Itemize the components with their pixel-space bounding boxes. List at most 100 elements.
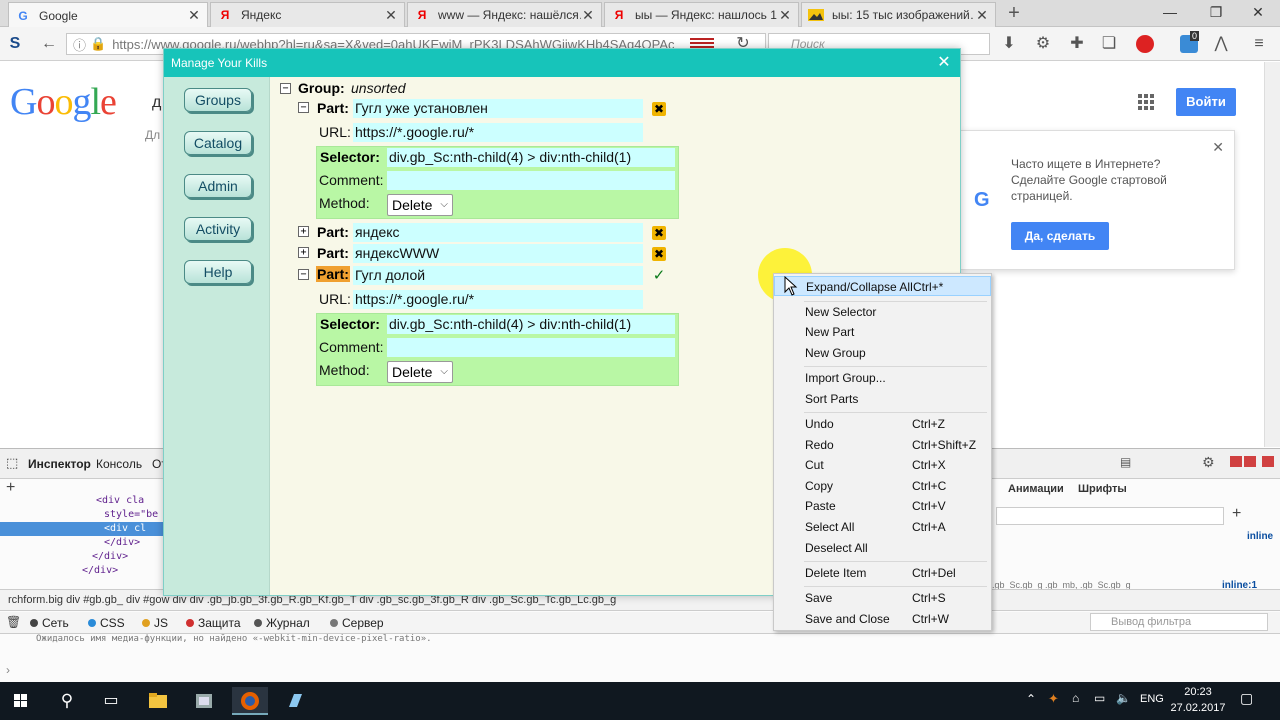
tab-yandex-yy[interactable]: Я ыы — Яндекс: нашлось 1… ✕ [604, 2, 799, 27]
adblock-icon[interactable] [1136, 35, 1154, 53]
url-field[interactable]: https://*.google.ru/* [353, 123, 643, 142]
menu-icon[interactable]: ≡ [1248, 33, 1270, 55]
comment-field[interactable] [387, 338, 675, 357]
selector-field[interactable]: div.gb_Sc:nth-child(4) > div:nth-child(1… [387, 315, 675, 334]
activity-button[interactable]: Activity [184, 217, 252, 241]
new-tab-button[interactable]: + [1004, 3, 1024, 24]
tab-google[interactable]: G Google ✕ [8, 2, 208, 28]
dom-line-selected[interactable]: <div cl [0, 522, 170, 536]
tray-battery-icon[interactable]: ▭ [1094, 691, 1105, 705]
dom-line[interactable]: </div> [0, 536, 170, 550]
console-filter-input[interactable]: Вывод фильтра [1090, 613, 1268, 631]
dock-icon[interactable] [1230, 456, 1242, 467]
download-icon[interactable]: ⬇ [998, 33, 1020, 55]
menu-item-new-group[interactable]: New Group [774, 343, 991, 363]
tray-volume-icon[interactable]: 🔈 [1116, 691, 1131, 705]
login-button[interactable]: Войти [1176, 88, 1236, 116]
close-tab-icon[interactable]: ✕ [581, 7, 595, 24]
part-name-field[interactable]: Гугл уже установлен [353, 99, 643, 118]
layout-icon[interactable]: ▤ [1120, 455, 1131, 469]
dom-line[interactable]: </div> [0, 550, 170, 564]
help-button[interactable]: Help [184, 260, 252, 284]
comment-field[interactable] [387, 171, 675, 190]
admin-button[interactable]: Admin [184, 174, 252, 198]
set-homepage-button[interactable]: Да, сделать [1011, 222, 1109, 250]
tab-images[interactable]: ыы: 15 тыс изображений… ✕ [801, 2, 996, 27]
catalog-button[interactable]: Catalog [184, 131, 252, 155]
notifications-icon[interactable]: ▢ [1240, 690, 1253, 707]
inspector-pick-icon[interactable]: ⬚ [6, 455, 18, 471]
restore-icon[interactable]: ❐ [1206, 4, 1226, 22]
close-icon[interactable]: ✕ [1212, 139, 1224, 156]
filter-js[interactable]: JS [142, 615, 168, 631]
sidebar-s-icon[interactable]: S [4, 33, 26, 55]
expand-toggle-icon[interactable]: + [298, 226, 309, 237]
filter-security[interactable]: Защита [186, 615, 241, 631]
dom-line[interactable]: style="be [0, 508, 170, 522]
expand-toggle-icon[interactable]: + [298, 247, 309, 258]
method-select[interactable]: Delete ⌵ [387, 361, 453, 383]
enabled-check-icon[interactable]: ✓ [652, 268, 666, 283]
method-select[interactable]: Delete ⌵ [387, 194, 453, 216]
filter-log[interactable]: Журнал [254, 615, 310, 631]
close-tab-icon[interactable]: ✕ [975, 7, 989, 24]
console-prompt-icon[interactable]: › [6, 663, 10, 677]
close-tab-icon[interactable]: ✕ [778, 7, 792, 24]
tray-app-icon[interactable]: ✦ [1048, 691, 1059, 707]
search-icon[interactable]: ⚲ [52, 687, 82, 715]
windows-start-icon[interactable] [6, 687, 36, 715]
filter-css[interactable]: CSS [88, 615, 125, 631]
feather-icon[interactable]: ⋀ [1210, 33, 1232, 55]
menu-item-new-selector[interactable]: New Selector [774, 302, 991, 322]
group-name[interactable]: unsorted [351, 80, 405, 96]
close-tab-icon[interactable]: ✕ [187, 7, 201, 24]
dom-line[interactable]: </div> [0, 564, 170, 578]
collapse-toggle-icon[interactable]: − [298, 269, 309, 280]
menu-item-new-part[interactable]: New Part [774, 322, 991, 342]
selector-field[interactable]: div.gb_Sc:nth-child(4) > div:nth-child(1… [387, 148, 675, 167]
menu-item-copy[interactable]: Copy Ctrl+C [774, 476, 991, 496]
tray-network-icon[interactable]: ⌂ [1072, 691, 1079, 705]
menu-item-save[interactable]: Save Ctrl+S [774, 588, 991, 608]
copy-icon[interactable]: ❏ [1098, 33, 1120, 55]
file-explorer-icon[interactable] [143, 687, 173, 715]
clock[interactable]: 20:23 27.02.2017 [1168, 684, 1228, 716]
settings-icon[interactable]: ⚙ [1202, 454, 1215, 471]
app-icon[interactable] [189, 687, 219, 715]
tab-console[interactable]: Консоль [96, 457, 142, 471]
menu-item-redo[interactable]: Redo Ctrl+Shift+Z [774, 435, 991, 455]
close-tab-icon[interactable]: ✕ [384, 7, 398, 24]
tab-inspector[interactable]: Инспектор [28, 457, 91, 471]
filter-network[interactable]: Сеть [30, 615, 69, 631]
tab-animations[interactable]: Анимации [1008, 483, 1064, 495]
apps-grid-icon[interactable] [1138, 94, 1154, 110]
google-search-fragment[interactable]: д [152, 94, 161, 112]
menu-item-cut[interactable]: Cut Ctrl+X [774, 455, 991, 475]
close-devtools-icon[interactable] [1262, 456, 1274, 467]
collapse-toggle-icon[interactable]: − [280, 83, 291, 94]
trash-icon[interactable]: 🗑 [6, 615, 21, 629]
menu-item-sort-parts[interactable]: Sort Parts [774, 389, 991, 409]
delete-part-icon[interactable]: ✖ [652, 226, 666, 240]
menu-item-import-group[interactable]: Import Group... [774, 368, 991, 388]
puzzle-icon[interactable]: ✚ [1066, 33, 1088, 55]
inline-label[interactable]: inline [1247, 531, 1273, 542]
dock-side-icon[interactable] [1244, 456, 1256, 467]
menu-item-expand-collapse[interactable]: Expand/Collapse All Ctrl+* [774, 276, 991, 296]
menu-item-deselect-all[interactable]: Deselect All [774, 538, 991, 558]
notepad-icon[interactable] [280, 687, 310, 715]
task-view-icon[interactable]: ▭ [96, 687, 126, 715]
tab-fonts[interactable]: Шрифты [1078, 483, 1127, 495]
add-rule-icon[interactable]: + [1232, 505, 1241, 523]
dom-line[interactable]: <div cla [0, 494, 170, 508]
part-name-field[interactable]: яндексWWW [353, 244, 643, 263]
groups-button[interactable]: Groups [184, 88, 252, 112]
tab-yandex[interactable]: Я Яндекс ✕ [210, 2, 405, 27]
close-icon[interactable]: ✕ [934, 53, 954, 73]
part-name-field[interactable]: яндекс [353, 223, 643, 242]
tray-up-icon[interactable]: ⌃ [1026, 692, 1036, 706]
gear-icon[interactable]: ⚙ [1032, 33, 1054, 55]
minimize-icon[interactable]: — [1160, 4, 1180, 22]
collapse-toggle-icon[interactable]: − [298, 102, 309, 113]
back-icon[interactable]: ← [38, 33, 60, 55]
